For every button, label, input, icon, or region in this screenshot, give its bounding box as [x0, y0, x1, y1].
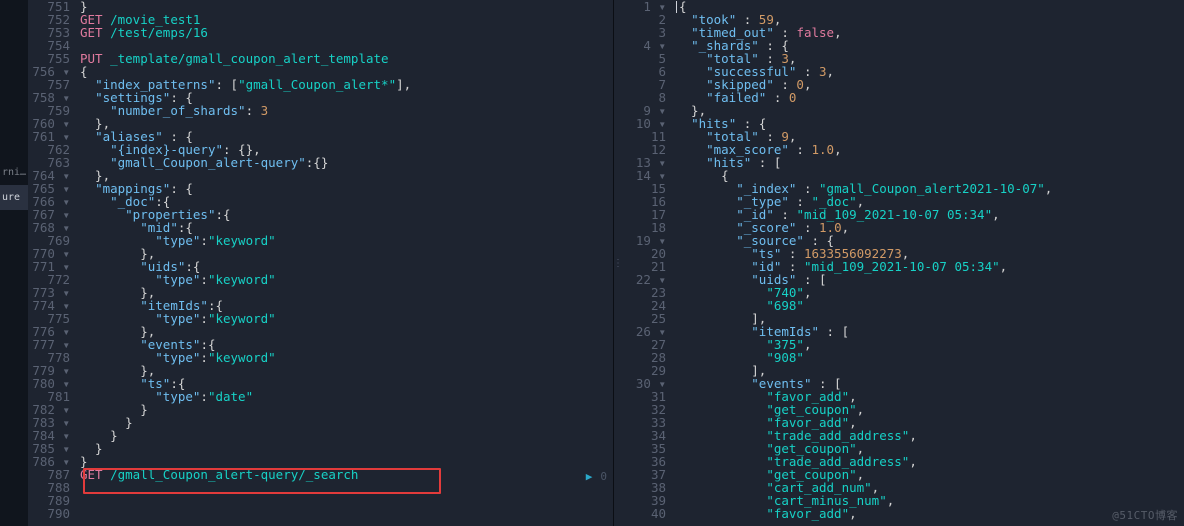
nav-item-2[interactable]: ure: [0, 185, 28, 210]
request-editor[interactable]: 751752753754755756 ▾757758 ▾759760 ▾761 …: [28, 0, 614, 526]
run-badge-count: 0: [600, 470, 607, 483]
code-left[interactable]: }GET /movie_test1GET /test/emps/16PUT _t…: [80, 0, 613, 520]
nav-item-1[interactable]: rni…: [0, 160, 28, 185]
workspace: rni… ure 751752753754755756 ▾757758 ▾759…: [0, 0, 1184, 526]
play-icon[interactable]: ▶: [586, 470, 593, 483]
line-gutter-left: 751752753754755756 ▾757758 ▾759760 ▾761 …: [28, 0, 80, 520]
run-request-chip[interactable]: ▶ 0: [586, 468, 607, 484]
response-viewer[interactable]: 1 ▾234 ▾56789 ▾10 ▾111213 ▾14 ▾151617181…: [624, 0, 1184, 526]
watermark-text: @51CTO博客: [1112, 509, 1178, 522]
code-right[interactable]: { "took" : 59, "timed_out" : false, "_sh…: [676, 0, 1184, 520]
pane-splitter[interactable]: ⋮: [614, 0, 624, 526]
activity-bar: rni… ure: [0, 0, 28, 526]
line-gutter-right: 1 ▾234 ▾56789 ▾10 ▾111213 ▾14 ▾151617181…: [624, 0, 676, 520]
